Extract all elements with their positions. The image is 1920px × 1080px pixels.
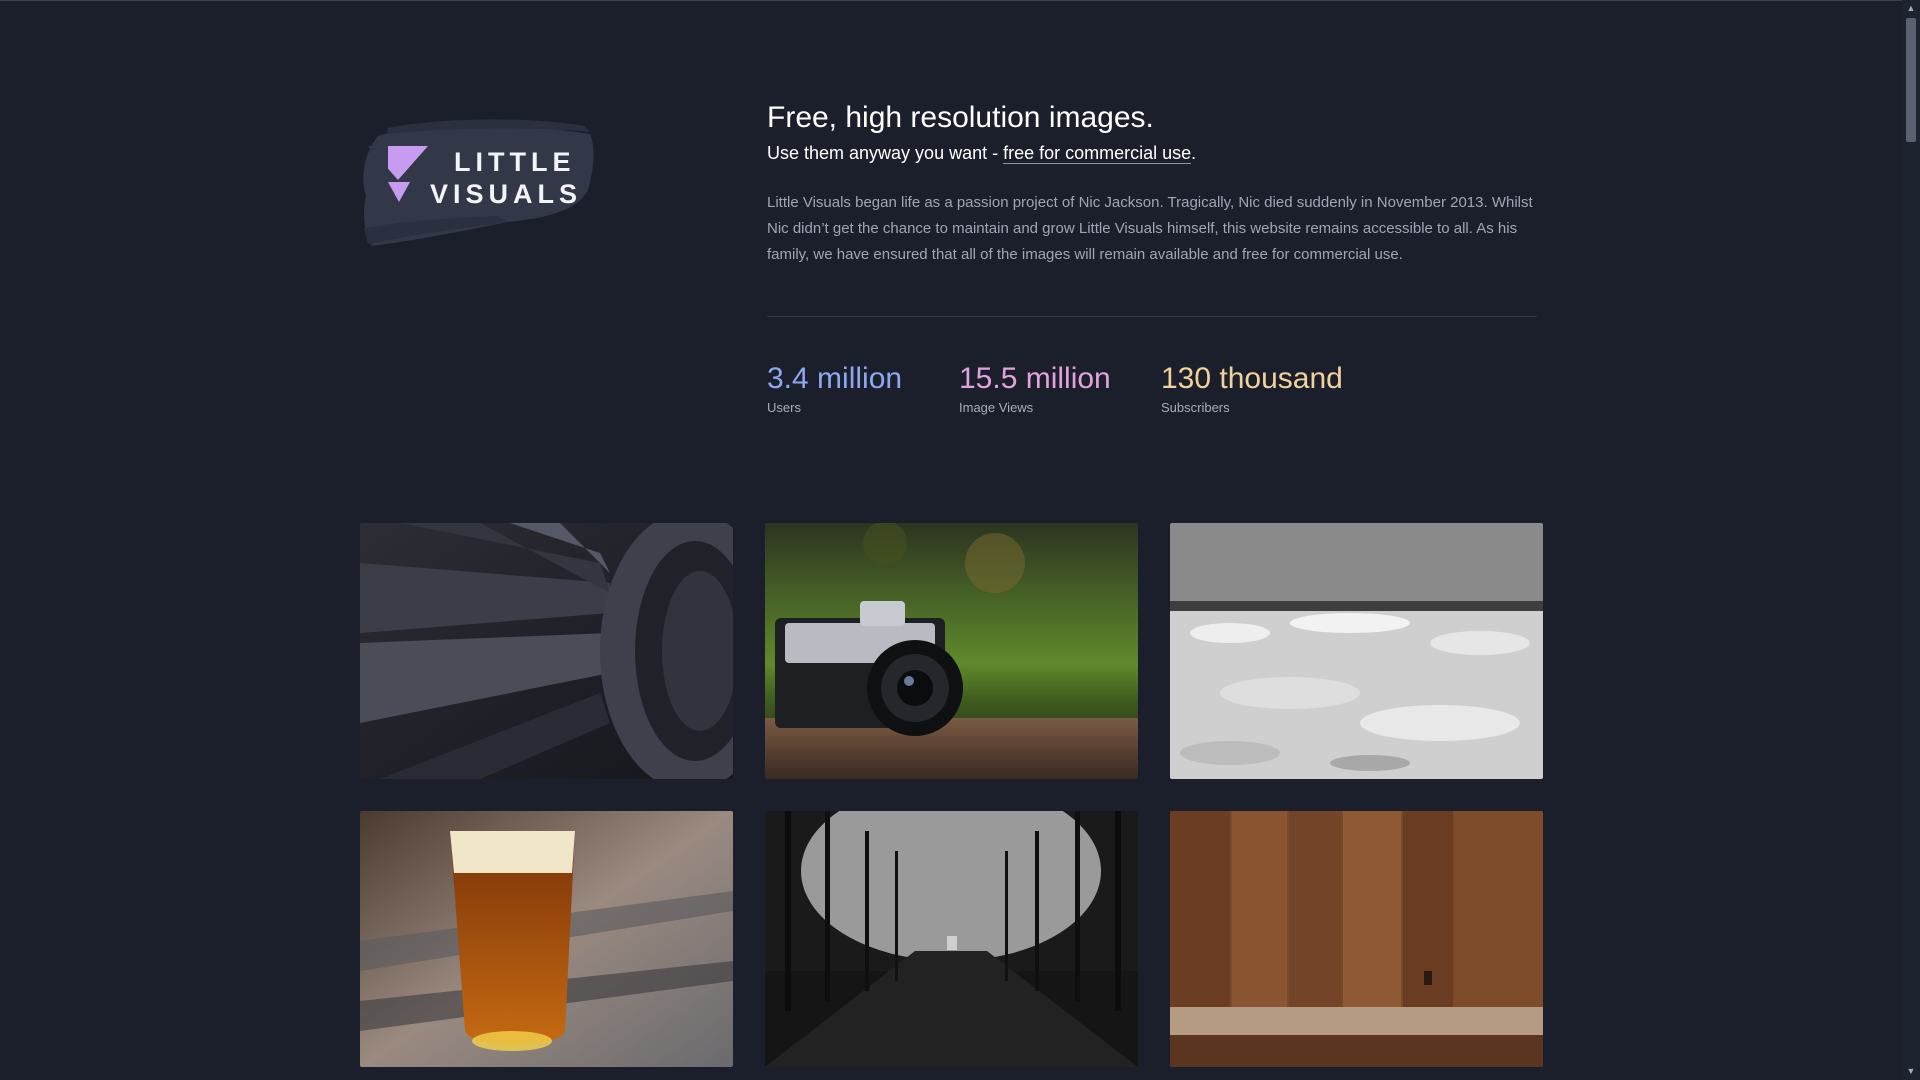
commercial-use-link[interactable]: free for commercial use <box>1003 143 1192 164</box>
scroll-down-icon[interactable]: ▼ <box>1902 1063 1920 1080</box>
stat-value: 15.5 million <box>959 362 1111 395</box>
stat-label: Subscribers <box>1161 400 1230 415</box>
stat-users: 3.4 million Users <box>767 360 902 415</box>
stat-value: 3.4 million <box>767 362 903 395</box>
stat-label: Users <box>767 400 801 415</box>
page-title: Free, high resolution images. <box>767 101 1154 134</box>
turbine-photo[interactable] <box>360 523 733 779</box>
page: LITTLE VISUALS Free, high resolution ima… <box>0 0 1920 1080</box>
scroll-thumb[interactable] <box>1906 18 1916 142</box>
top-border <box>0 0 1902 1</box>
logo-word-visuals: VISUALS <box>430 179 583 209</box>
subtitle-prefix: Use them anyway you want - <box>767 143 1004 163</box>
stat-image-views: 15.5 million Image Views <box>959 360 1111 415</box>
divider <box>767 316 1537 317</box>
subtitle: Use them anyway you want - free for comm… <box>767 141 1196 165</box>
stat-value: 130 thousand <box>1161 362 1343 395</box>
scroll-up-icon[interactable]: ▲ <box>1902 0 1920 17</box>
camera-photo[interactable] <box>765 523 1138 779</box>
wooden-planks-photo[interactable] <box>1170 811 1543 1067</box>
description: Little Visuals began life as a passion p… <box>767 194 1533 263</box>
stat-label: Image Views <box>959 400 1034 415</box>
icy-beach-photo[interactable] <box>1170 523 1543 779</box>
logo-mark-icon <box>368 146 428 202</box>
logo[interactable]: LITTLE VISUALS <box>358 118 598 248</box>
subtitle-suffix: . <box>1191 143 1197 163</box>
scrollbar[interactable]: ▲ ▼ <box>1902 0 1920 1080</box>
logo-word-little: LITTLE <box>454 147 576 177</box>
tree-avenue-photo[interactable] <box>765 811 1138 1067</box>
stat-subscribers: 130 thousand Subscribers <box>1161 360 1343 415</box>
beer-glass-photo[interactable] <box>360 811 733 1067</box>
